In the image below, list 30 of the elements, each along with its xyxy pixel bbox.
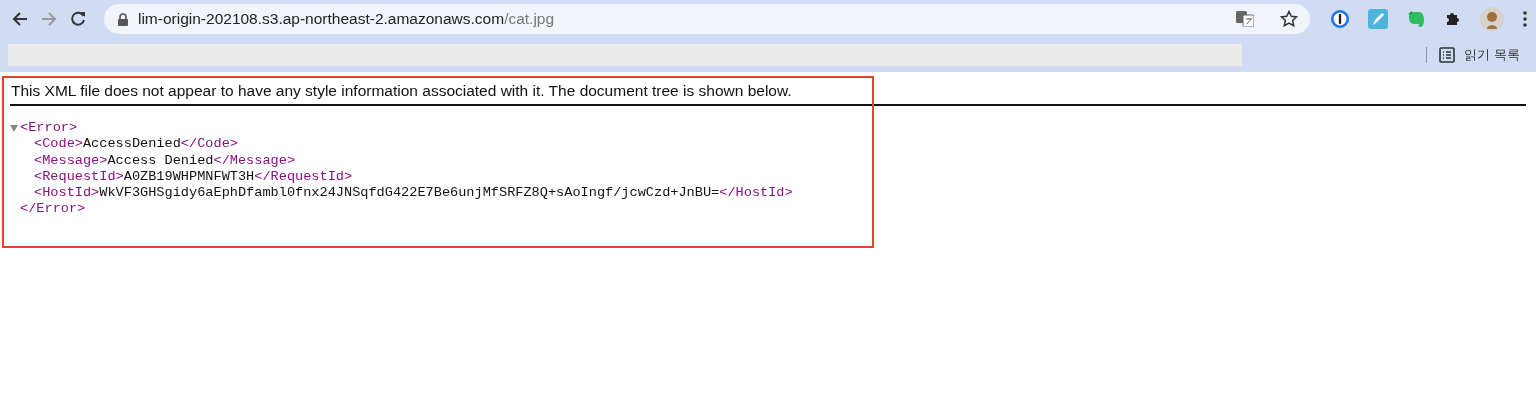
reading-list-button[interactable]: 읽기 목록 bbox=[1437, 44, 1522, 66]
xml-value: A0ZB19WHPMNFWT3H bbox=[123, 168, 255, 186]
xml-tag: <Code> bbox=[34, 136, 83, 153]
lock-icon bbox=[118, 12, 128, 26]
address-bar[interactable]: lim-origin-202108.s3.ap-northeast-2.amazonaws.com/cat.jpg bbox=[104, 4, 1310, 34]
xml-value: Access Denied bbox=[107, 152, 214, 169]
password-manager-icon[interactable] bbox=[1330, 9, 1350, 29]
xml-value: WkVF3GHSgidy6aEphDfambl0fnx24JNSqfdG422E7Be6unjMfSRFZ8Q+sAoIngf/jcwCzd+JnBU= bbox=[99, 185, 720, 202]
xml-tag: </Code> bbox=[180, 136, 238, 153]
reload-icon bbox=[69, 10, 88, 28]
more-icon[interactable] bbox=[1522, 10, 1528, 28]
xml-tag: <Message> bbox=[34, 152, 108, 169]
list-icon bbox=[1439, 47, 1455, 63]
xml-tag: </Error> bbox=[20, 201, 86, 218]
avatar-icon[interactable] bbox=[1480, 7, 1504, 31]
puzzle-icon[interactable] bbox=[1444, 10, 1462, 28]
notice-text: This XML file does not appear to have any style information associated with it. The document tree is shown below. bbox=[10, 82, 793, 101]
xml-tag: </RequestId> bbox=[254, 168, 353, 186]
xml-value: AccessDenied bbox=[82, 136, 181, 153]
back-arrow-icon bbox=[10, 10, 29, 28]
star-icon[interactable] bbox=[1280, 10, 1298, 28]
forward-arrow-icon bbox=[40, 10, 58, 28]
xml-tag: <HostId> bbox=[34, 185, 100, 202]
xml-tag: <Error> bbox=[20, 120, 78, 137]
collapse-triangle-icon[interactable] bbox=[10, 124, 18, 133]
xml-tag: </HostId> bbox=[719, 185, 793, 202]
translate-icon[interactable] bbox=[1236, 11, 1254, 27]
url-text: lim-origin-202108.s3.ap-northeast-2.amazonaws.com/cat.jpg bbox=[138, 10, 555, 28]
xml-tag: </Message> bbox=[213, 152, 296, 169]
xml-tag: <RequestId> bbox=[34, 168, 124, 186]
